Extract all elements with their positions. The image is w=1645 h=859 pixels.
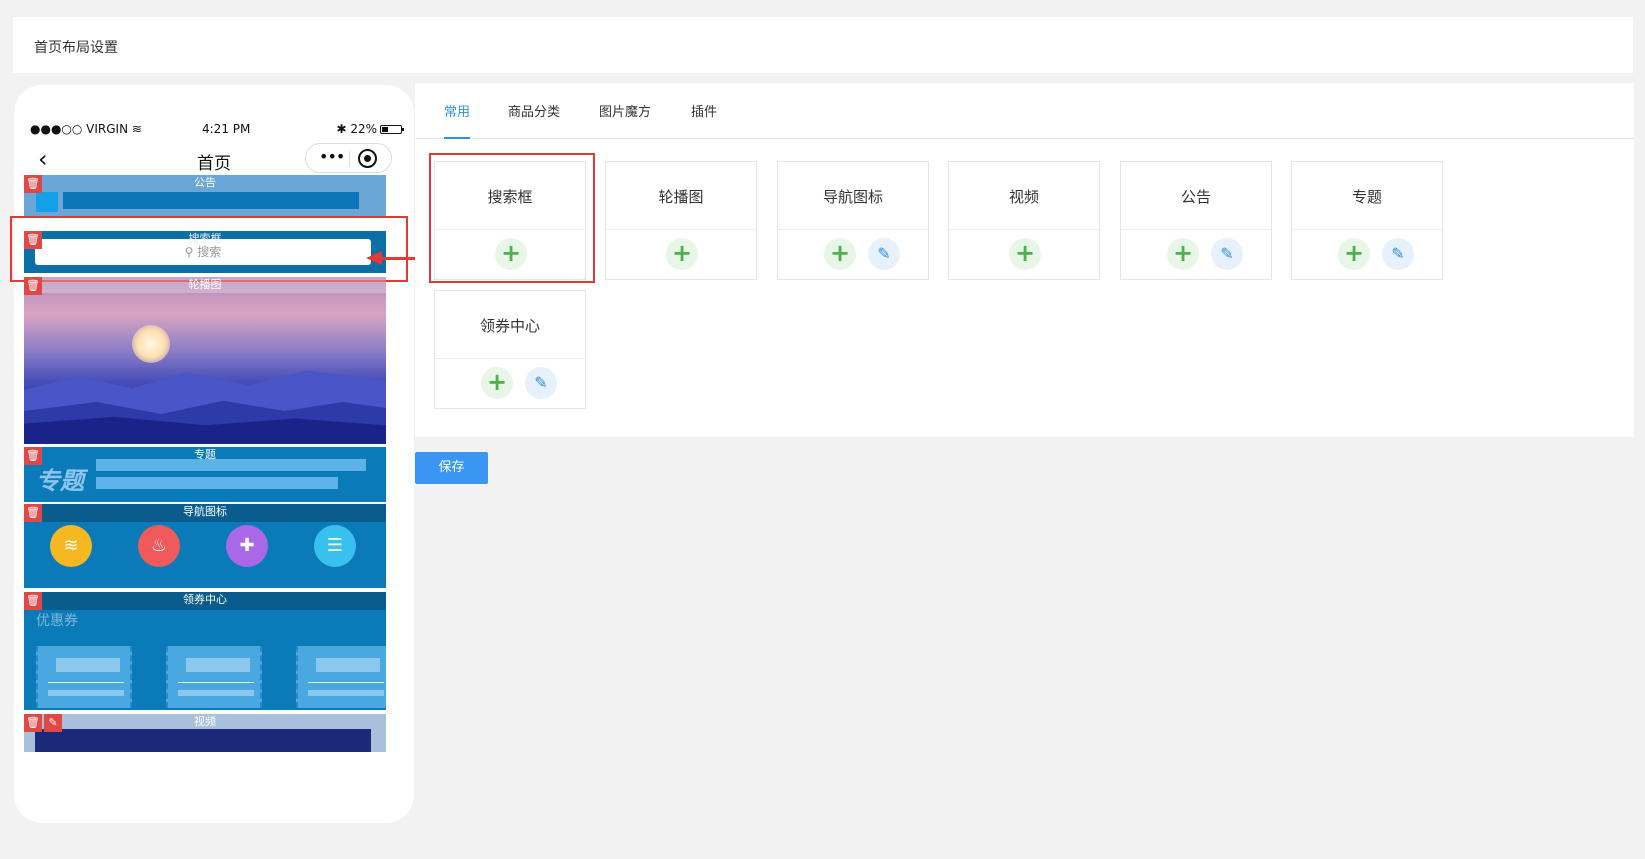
highlight-box	[429, 153, 595, 283]
add-button[interactable]: +	[1009, 238, 1041, 270]
delete-icon[interactable]: 🗑	[24, 231, 42, 249]
block-label: 专题	[194, 448, 216, 461]
divider	[435, 358, 585, 359]
highlight-box	[10, 216, 408, 282]
phone-nav-bar: ‹ 首页 •••	[14, 142, 414, 176]
status-time: 4:21 PM	[202, 122, 251, 136]
carrier-label: ●●●○○ VIRGIN ≋	[30, 122, 142, 136]
edit-icon[interactable]: ✎	[44, 714, 62, 732]
block-topic[interactable]: 🗑 专题 专题	[24, 447, 386, 502]
topic-logo: 专题	[36, 467, 84, 495]
block-notice[interactable]: 🗑 公告	[24, 175, 386, 217]
tab-image-cube[interactable]: 图片魔方	[599, 101, 651, 139]
delete-icon[interactable]: 🗑	[24, 175, 42, 193]
page-header: 首页布局设置	[13, 17, 1633, 73]
block-label: 轮播图	[24, 277, 386, 293]
block-label: 搜索框	[188, 232, 222, 245]
bluetooth-icon: ✱	[336, 122, 347, 136]
edit-icon[interactable]: ✎	[1211, 238, 1243, 270]
gift-icon: ✚	[226, 525, 268, 567]
block-label: 视频	[194, 715, 216, 728]
divider	[1292, 229, 1442, 230]
delete-icon[interactable]: 🗑	[24, 277, 42, 295]
edit-icon[interactable]: ✎	[1382, 238, 1414, 270]
wifi-icon: ≋	[131, 122, 142, 136]
block-label: 公告	[194, 176, 216, 189]
coupon-title: 优惠券	[36, 613, 78, 629]
battery-status: ✱ 22%	[336, 122, 404, 136]
component-coupon: 领券中心 + ✎	[434, 290, 586, 409]
video-screen	[35, 729, 371, 752]
component-nav-icons: 导航图标 + ✎	[777, 161, 929, 280]
document-icon: ☰	[314, 525, 356, 567]
edit-icon[interactable]: ✎	[525, 367, 557, 399]
tab-plugins[interactable]: 插件	[691, 101, 717, 139]
add-button[interactable]: +	[481, 367, 513, 399]
page-title: 首页布局设置	[34, 40, 118, 56]
delete-icon[interactable]: 🗑	[24, 592, 42, 610]
divider	[949, 229, 1099, 230]
topic-line	[96, 477, 338, 489]
notice-icon	[36, 192, 58, 212]
component-name: 专题	[1351, 188, 1382, 206]
block-video[interactable]: 🗑 ✎ 视频	[24, 714, 386, 752]
tab-common[interactable]: 常用	[444, 101, 471, 139]
phone-preview: ●●●○○ VIRGIN ≋ 4:21 PM ✱ 22% ‹ 首页 ••• 🗑 …	[14, 85, 414, 823]
add-button[interactable]: +	[666, 238, 698, 270]
mini-program-capsule[interactable]: •••	[305, 143, 392, 173]
close-target-icon[interactable]	[358, 149, 377, 168]
coupon-card	[296, 646, 386, 708]
component-name: 视频	[1008, 188, 1039, 206]
add-button[interactable]: +	[1167, 238, 1199, 270]
more-icon[interactable]: •••	[319, 147, 345, 166]
component-video: 视频 +	[948, 161, 1100, 280]
block-coupon[interactable]: 🗑 领券中心 优惠券	[24, 592, 386, 710]
component-topic: 专题 + ✎	[1291, 161, 1443, 280]
save-button[interactable]: 保存	[415, 452, 488, 484]
block-nav-icons[interactable]: 🗑 导航图标 ≋ ♨ ✚ ☰	[24, 504, 386, 588]
component-panel: 常用 商品分类 图片魔方 插件 搜索框 + 轮播图 + 导航图标 + ✎ 视频 …	[415, 83, 1634, 437]
component-banner: 轮播图 +	[605, 161, 757, 280]
component-name: 导航图标	[822, 188, 883, 206]
divider	[1121, 229, 1271, 230]
layers-icon: ≋	[50, 525, 92, 567]
block-banner[interactable]: 🗑 轮播图	[24, 277, 386, 444]
battery-icon	[380, 125, 404, 134]
banner-sun	[132, 325, 170, 363]
tab-bar: 常用 商品分类 图片魔方 插件	[415, 83, 1634, 139]
coupon-card	[36, 646, 132, 708]
delete-icon[interactable]: 🗑	[24, 447, 42, 465]
edit-icon[interactable]: ✎	[868, 238, 900, 270]
block-label: 领券中心	[183, 593, 227, 606]
component-name: 轮播图	[658, 188, 704, 206]
divider	[778, 229, 928, 230]
component-notice: 公告 + ✎	[1120, 161, 1272, 280]
capsule-divider	[349, 151, 350, 167]
delete-icon[interactable]: 🗑	[24, 504, 42, 522]
notice-bar	[63, 192, 359, 209]
block-label: 导航图标	[183, 505, 227, 518]
fire-icon: ♨	[138, 525, 180, 567]
divider	[606, 229, 756, 230]
component-name: 领券中心	[479, 317, 540, 335]
add-button[interactable]: +	[1338, 238, 1370, 270]
tab-category[interactable]: 商品分类	[508, 101, 560, 139]
coupon-card	[166, 646, 262, 708]
arrow-head	[366, 251, 382, 265]
delete-icon[interactable]: 🗑	[24, 714, 42, 732]
status-bar: ●●●○○ VIRGIN ≋ 4:21 PM ✱ 22%	[30, 122, 404, 138]
add-button[interactable]: +	[824, 238, 856, 270]
component-name: 公告	[1180, 188, 1211, 206]
